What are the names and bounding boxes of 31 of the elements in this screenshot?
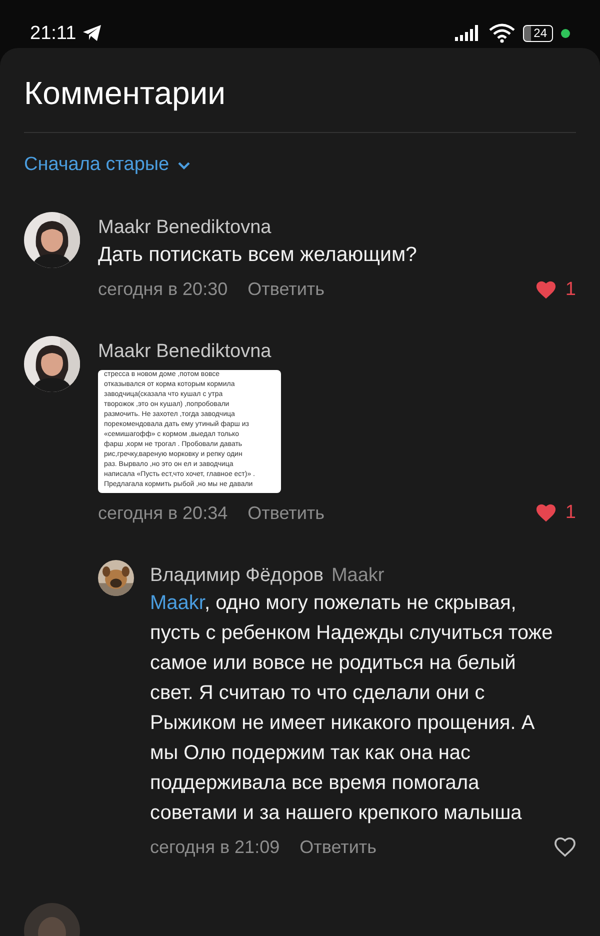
comment-time: сегодня в 20:34 <box>98 502 228 525</box>
like-button[interactable]: 1 <box>535 499 576 528</box>
heart-icon <box>535 503 558 524</box>
author-name: Maakr Benediktovna <box>98 216 272 240</box>
comment-text: Maakr, одно могу пожелать не скрывая, пусть с ребенком Надежды случиться тоже самое или вовсе не родиться на белый свет. Я считаю то что сделали они с Рыжиком не имеет никакого прощения. А мы Олю подержим так как она нас поддерживала все время помогала советами и за нашего крепкого малыша <box>150 590 554 826</box>
sort-dropdown[interactable]: Сначала старые <box>24 151 192 180</box>
attached-screenshot[interactable] <box>98 370 281 493</box>
like-count: 1 <box>565 501 576 525</box>
wifi-icon <box>488 23 515 43</box>
clock: 21:11 <box>30 24 76 42</box>
heart-icon <box>554 837 576 857</box>
mention-link[interactable]: Maakr <box>150 592 204 614</box>
signal-icon <box>454 25 481 41</box>
reply-link[interactable]: Ответить <box>248 276 325 304</box>
battery-indicator: 24 <box>522 24 553 42</box>
comment-text: Дать потискать всем желающим? <box>98 242 418 268</box>
author-name: Maakr Benediktovna <box>98 340 272 364</box>
page-title: Комментарии <box>24 74 227 112</box>
comment-time: сегодня в 21:09 <box>150 836 280 859</box>
like-count: 1 <box>565 278 576 302</box>
reply-to-name: Maakr <box>331 564 384 586</box>
status-dot <box>561 28 570 38</box>
author-name: Владимир Фёдоров <box>150 564 324 586</box>
comment-time: сегодня в 20:30 <box>98 278 228 302</box>
like-button[interactable]: 1 <box>535 276 576 304</box>
reply-link[interactable]: Ответить <box>300 834 377 860</box>
paper-plane-icon <box>82 24 102 42</box>
reply-link[interactable]: Ответить <box>248 500 325 527</box>
heart-icon <box>535 280 558 300</box>
chevron-down-icon <box>177 160 192 170</box>
like-button[interactable] <box>554 837 576 857</box>
